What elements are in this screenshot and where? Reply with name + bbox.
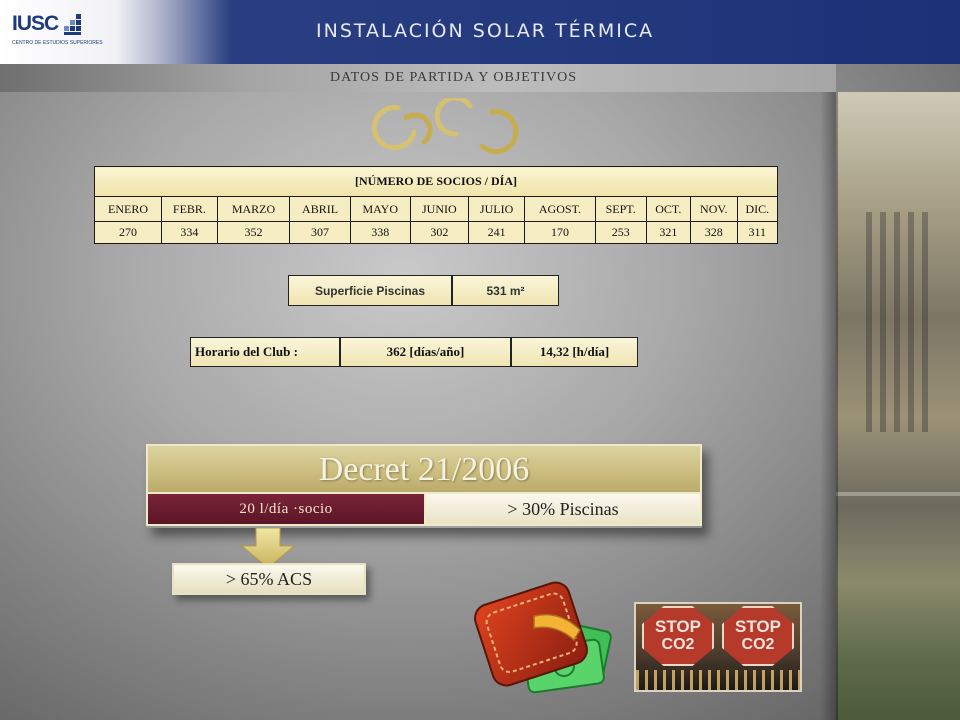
socios-table: [NÚMERO DE SOCIOS / DÍA] ENERO FEBR. MAR… [93,166,779,244]
horario-days: 362 [días/año] [340,337,511,367]
slide-title: INSTALACIÓN SOLAR TÉRMICA [316,20,655,42]
stop-text: STOP [735,617,781,636]
decorative-rings-icon [371,98,519,155]
value-cell: 321 [645,221,692,244]
value-cell: 253 [594,221,647,244]
value-cell: 170 [524,221,596,244]
condition-piscinas: > 30% Piscinas [424,492,702,526]
month-cell: FEBR. [161,196,218,222]
value-cell: 311 [736,221,779,244]
building-photo [836,92,960,720]
photo-shadow [820,92,838,720]
superficie-value: 531 m² [452,275,559,306]
socios-table-title: [NÚMERO DE SOCIOS / DÍA] [94,166,778,197]
month-cell: JUNIO [409,196,470,222]
value-cell: 241 [468,221,526,244]
slide-subtitle: DATOS DE PARTIDA Y OBJETIVOS [330,70,578,85]
decret-block: Decret 21/2006 20 l/día ·socio > 30% Pis… [146,444,702,528]
condition-consumption: 20 l/día ·socio [146,492,426,526]
month-cell: JULIO [468,196,526,222]
wallet-money-icon [474,581,612,694]
logo-mark-icon [64,14,81,35]
co2-text: CO2 [661,636,695,653]
value-cell: 270 [93,221,163,244]
down-arrow-icon [240,528,296,568]
value-cell: 302 [409,221,470,244]
month-cell: AGOST. [524,196,596,222]
month-cell: MARZO [216,196,291,222]
stop-sign-left: STOP CO2 [642,606,714,666]
iusc-logo: IUSC CENTRO DE ESTUDIOS SUPERIORES [12,12,103,52]
superficie-label: Superficie Piscinas [288,275,452,306]
value-cell: 352 [216,221,291,244]
month-cell: NOV. [690,196,738,222]
logo-subtext: CENTRO DE ESTUDIOS SUPERIORES [12,40,103,46]
month-cell: DIC. [736,196,779,222]
co2-text: CO2 [741,636,775,653]
stop-text: STOP [655,617,701,636]
stop-sign-right: STOP CO2 [722,606,794,666]
city-lights [636,670,800,690]
month-cell: ENERO [93,196,163,222]
header-bar: IUSC CENTRO DE ESTUDIOS SUPERIORES INSTA… [0,0,960,64]
horario-hours: 14,32 [h/día] [511,337,638,367]
decret-title: Decret 21/2006 [146,444,702,496]
value-cell: 338 [349,221,411,244]
value-cell: 334 [161,221,218,244]
logo-text: IUSC [12,12,59,35]
horario-label: Horario del Club : [190,337,340,367]
stop-co2-image: STOP CO2 STOP CO2 [634,602,802,692]
value-cell: 307 [289,221,351,244]
acs-target: > 65% ACS [172,563,366,595]
month-cell: ABRIL [289,196,351,222]
month-cell: OCT. [645,196,692,222]
month-cell: SEPT. [594,196,647,222]
month-cell: MAYO [349,196,411,222]
value-cell: 328 [690,221,738,244]
